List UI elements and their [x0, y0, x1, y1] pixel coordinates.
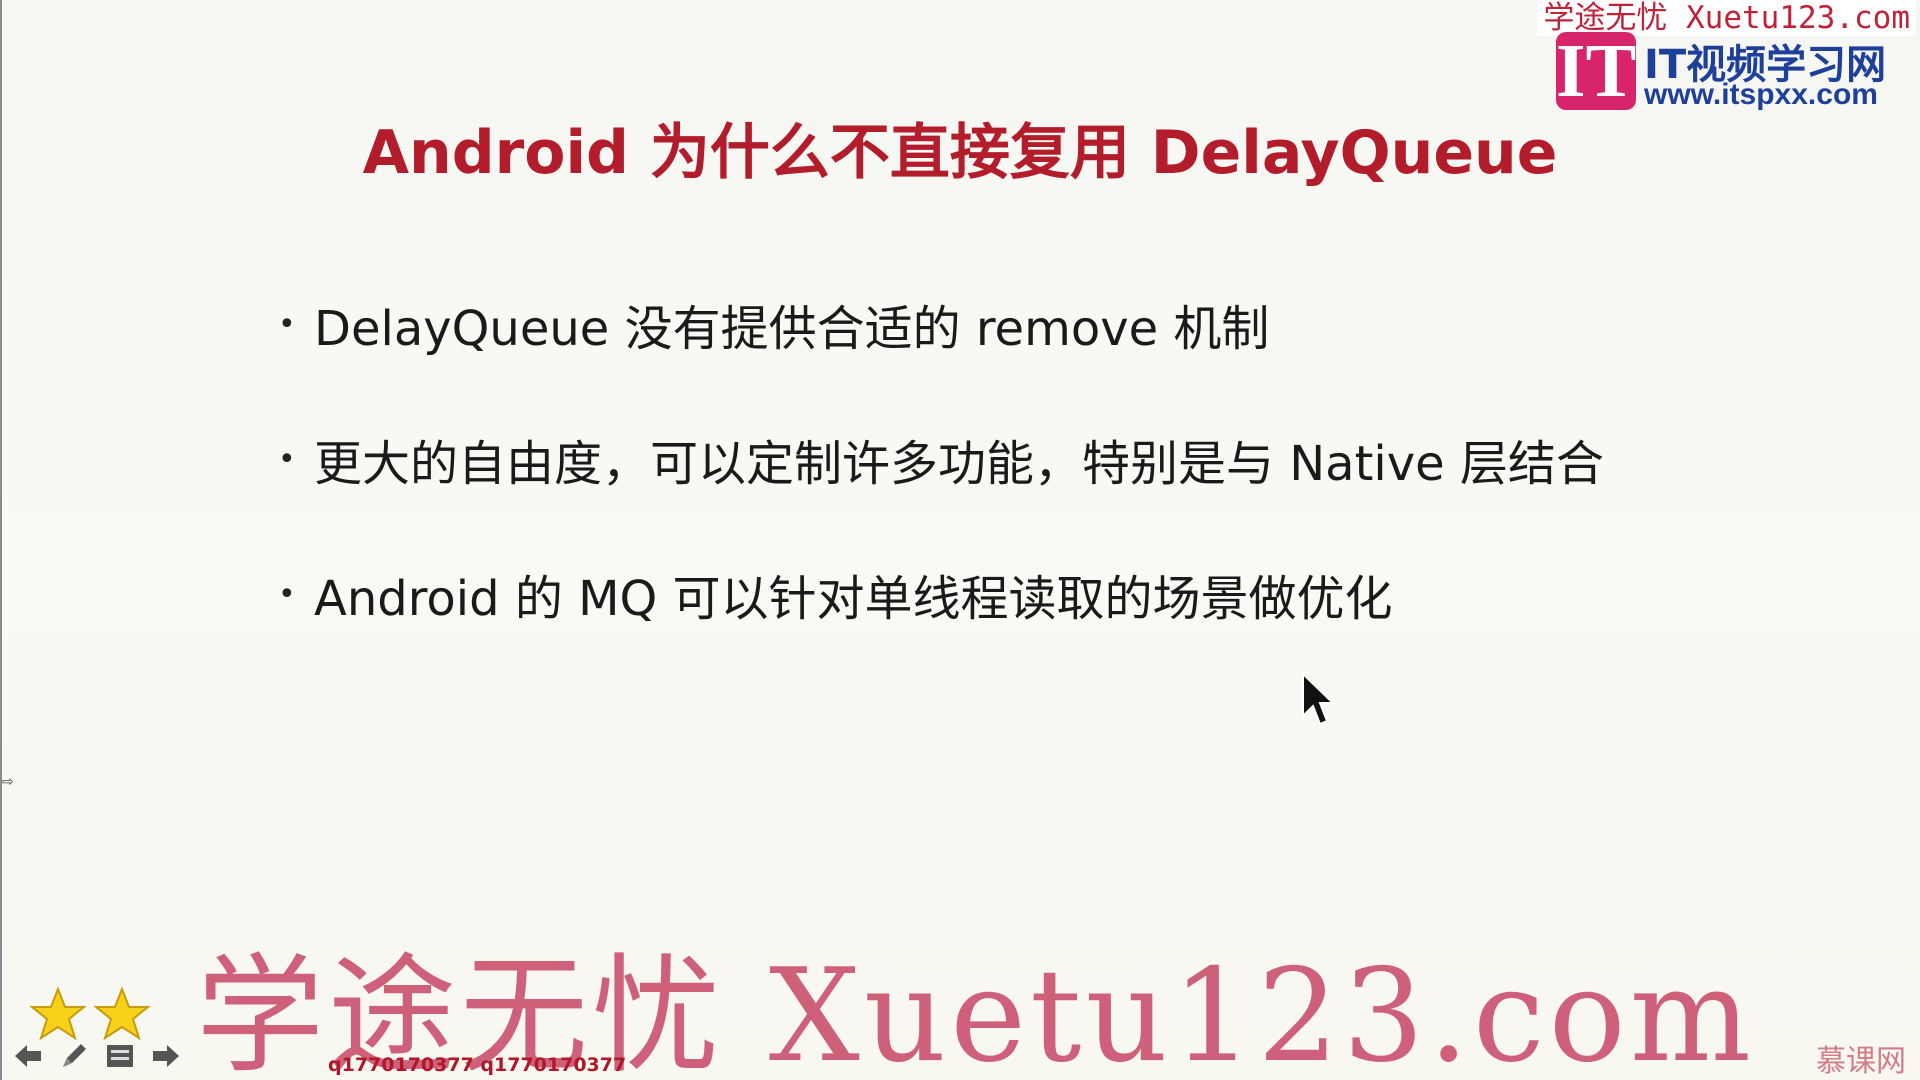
edge-mark: ⇨	[2, 774, 14, 790]
bullet-item: • DelayQueue 没有提供合适的 remove 机制	[278, 288, 1604, 360]
bullet-text: Android 的 MQ 可以针对单线程读取的场景做优化	[314, 571, 1393, 627]
back-arrow-icon[interactable]	[10, 1040, 46, 1072]
bullet-dot: •	[278, 441, 296, 477]
slide-title: Android 为什么不直接复用 DelayQueue	[362, 118, 1558, 188]
slideshow-toolbar	[10, 1040, 184, 1072]
star-icon	[30, 986, 86, 1041]
presentation-slide: ⇨ 学途无忧 Xuetu123.com IT IT视频学习网 www.itspx…	[0, 0, 1920, 1080]
bullet-dot: •	[278, 306, 296, 342]
bullet-item: • Android 的 MQ 可以针对单线程读取的场景做优化	[278, 558, 1604, 630]
qq-contact-text: q1770170377 q1770170377	[328, 1054, 627, 1076]
bullet-list: • DelayQueue 没有提供合适的 remove 机制 • 更大的自由度，…	[278, 288, 1604, 693]
star-icon	[94, 986, 150, 1041]
pen-icon[interactable]	[56, 1040, 92, 1072]
menu-icon[interactable]	[102, 1040, 138, 1072]
bullet-text: DelayQueue 没有提供合适的 remove 机制	[314, 301, 1270, 357]
rating-stars	[30, 986, 150, 1042]
brand-logo: IT	[1556, 32, 1636, 110]
forward-arrow-icon[interactable]	[148, 1040, 184, 1072]
bullet-text: 更大的自由度，可以定制许多功能，特别是与 Native 层结合	[314, 436, 1604, 492]
bullet-item: • 更大的自由度，可以定制许多功能，特别是与 Native 层结合	[278, 423, 1604, 495]
mouse-cursor-icon	[1302, 672, 1336, 726]
bullet-dot: •	[278, 576, 296, 612]
brand-logo-letter: IT	[1556, 29, 1637, 113]
corner-brand-text: 慕课网	[1816, 1044, 1906, 1079]
